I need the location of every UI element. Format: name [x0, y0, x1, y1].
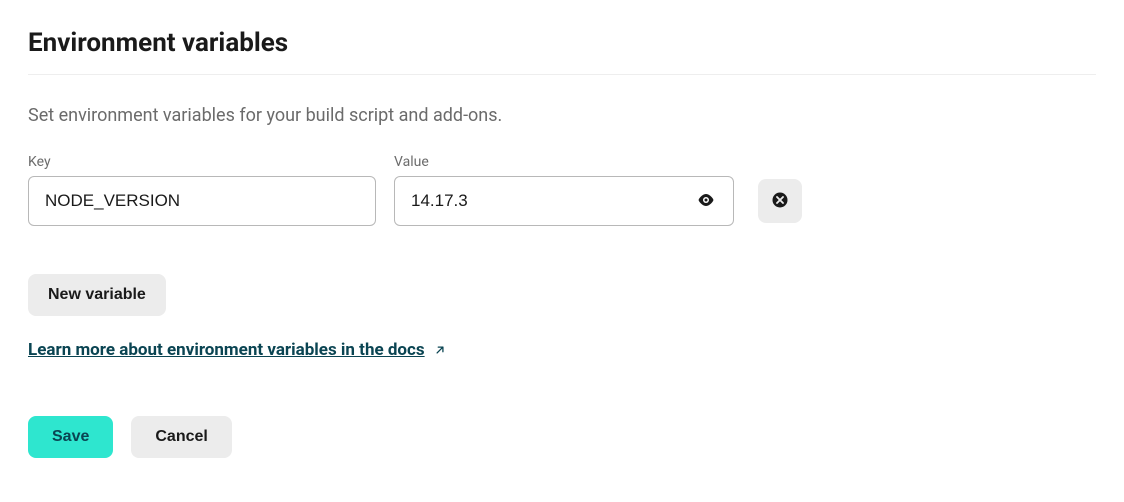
value-input-wrapper [394, 176, 734, 226]
learn-more-row: Learn more about environment variables i… [28, 340, 1096, 360]
close-circle-icon [771, 191, 789, 212]
value-label: Value [394, 154, 734, 170]
key-input[interactable] [28, 176, 376, 226]
actions-row: Save Cancel [28, 416, 1096, 458]
variable-row: Key Value [28, 154, 1096, 226]
toggle-visibility-button[interactable] [691, 185, 721, 218]
save-button[interactable]: Save [28, 416, 113, 458]
delete-variable-button[interactable] [758, 179, 802, 223]
external-link-icon [433, 343, 447, 357]
cancel-button[interactable]: Cancel [131, 416, 231, 458]
eye-icon [697, 191, 715, 212]
key-label: Key [28, 154, 376, 170]
value-input[interactable] [411, 177, 681, 225]
description-text: Set environment variables for your build… [28, 105, 1096, 126]
new-variable-button[interactable]: New variable [28, 274, 166, 316]
value-field-group: Value [394, 154, 734, 226]
learn-more-link[interactable]: Learn more about environment variables i… [28, 340, 425, 360]
page-title: Environment variables [28, 28, 1096, 75]
key-field-group: Key [28, 154, 376, 226]
